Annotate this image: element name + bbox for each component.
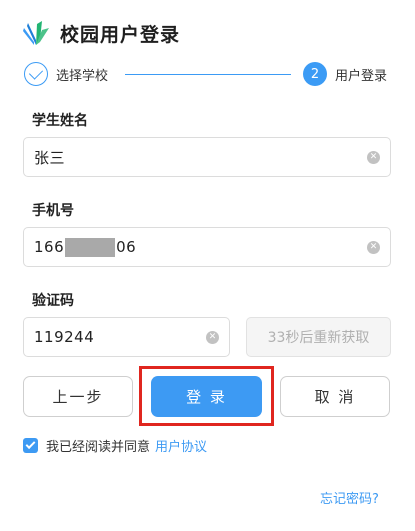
agreement-text: 我已经阅读并同意	[46, 440, 151, 455]
resend-code-button[interactable]: 33秒后重新获取	[246, 317, 391, 357]
prev-step-button[interactable]: 上一步	[23, 376, 133, 417]
clear-icon[interactable]: ✕	[367, 241, 380, 254]
redaction-mask	[65, 237, 116, 257]
step-indicator: 选择学校 2 用户登录	[22, 62, 394, 88]
step-number-badge: 2	[303, 62, 327, 86]
verification-code-input[interactable]: 119244 ✕	[23, 317, 230, 357]
clear-icon[interactable]: ✕	[367, 151, 380, 164]
name-label: 学生姓名	[32, 113, 88, 129]
agreement-checkbox[interactable]	[23, 438, 38, 453]
step-connector	[125, 74, 291, 75]
name-input[interactable]: 张三 ✕	[23, 137, 391, 177]
phone-value: 166 06	[34, 237, 137, 257]
code-label: 验证码	[32, 293, 74, 309]
page-title: 校园用户登录	[60, 23, 181, 46]
cancel-button[interactable]: 取 消	[280, 376, 390, 417]
step-user-login: 用户登录	[335, 69, 388, 84]
phone-label: 手机号	[32, 203, 74, 219]
step-done-check-icon	[24, 62, 48, 86]
book-logo-icon	[23, 21, 49, 45]
step-select-school: 选择学校	[56, 69, 109, 84]
header: 校园用户登录	[22, 18, 180, 48]
clear-icon[interactable]: ✕	[206, 331, 219, 344]
highlight-box	[139, 366, 274, 426]
agreement-row: 我已经阅读并同意 用户协议	[23, 436, 207, 455]
phone-input[interactable]: 166 06 ✕	[23, 227, 391, 267]
code-value: 119244	[34, 328, 95, 346]
forgot-password-link[interactable]: 忘记密码?	[320, 488, 379, 507]
user-agreement-link[interactable]: 用户协议	[155, 436, 207, 455]
name-value: 张三	[34, 148, 66, 167]
